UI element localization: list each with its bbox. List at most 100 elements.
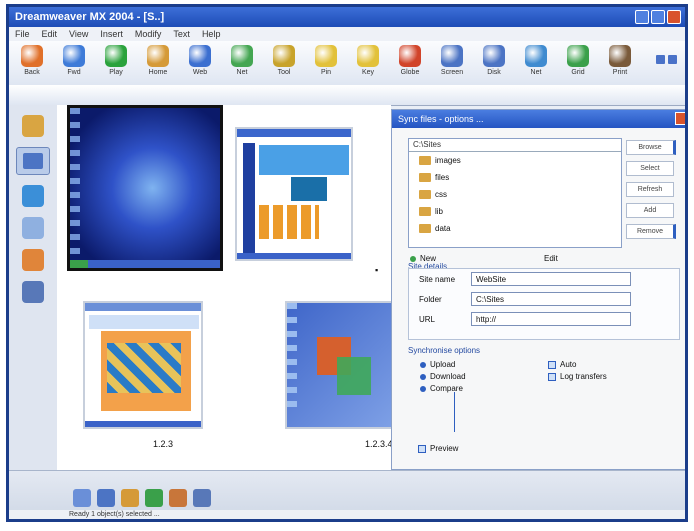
tool-button-9[interactable]: Globe — [391, 41, 429, 85]
field-input[interactable]: C:\Sites — [471, 292, 631, 306]
view-large-icon[interactable] — [668, 55, 677, 64]
tool-button-6[interactable]: Tool — [265, 41, 303, 85]
option-auto[interactable]: Auto — [548, 360, 576, 369]
menu-item-modify[interactable]: Modify — [135, 27, 162, 41]
field-input[interactable]: WebSite — [471, 272, 631, 286]
option-compare[interactable]: Compare — [420, 384, 463, 393]
caption-thumb-3: 1.2.3 — [153, 439, 174, 449]
section-sync-options: Synchronise options — [408, 346, 481, 355]
tool-button-14[interactable]: Print — [601, 41, 639, 85]
field-label: URL — [419, 314, 436, 324]
thumbnail-desktop[interactable] — [67, 105, 223, 271]
tool-icon — [273, 45, 295, 67]
folder-item[interactable]: images — [409, 152, 621, 169]
thumbnail-webpage[interactable] — [235, 127, 353, 261]
tool-label: Back — [24, 69, 40, 76]
tool-button-10[interactable]: Screen — [433, 41, 471, 85]
tool-button-5[interactable]: Net — [223, 41, 261, 85]
browse-button[interactable]: Browse — [626, 140, 676, 155]
checkbox-icon — [548, 360, 556, 369]
option-label: Auto — [560, 360, 577, 369]
fwd-icon — [63, 45, 85, 67]
users-icon[interactable] — [145, 489, 163, 507]
checkbox-icon — [418, 444, 426, 453]
user-icon[interactable] — [22, 281, 44, 303]
menu-item-view[interactable]: View — [69, 27, 88, 41]
tool-button-3[interactable]: Home — [139, 41, 177, 85]
menu-item-help[interactable]: Help — [202, 27, 221, 41]
divider — [454, 392, 455, 432]
folder-label: css — [435, 190, 447, 199]
key-icon — [357, 45, 379, 67]
folder-icon — [419, 156, 431, 165]
dialog-title: Sync files - options ... — [392, 110, 685, 128]
field-input[interactable]: http:// — [471, 312, 631, 326]
field-row: Folder C:\Sites — [409, 289, 679, 309]
tool-label: Play — [109, 69, 123, 76]
tool-button-8[interactable]: Key — [349, 41, 387, 85]
maximize-button[interactable] — [651, 10, 665, 24]
book-icon[interactable] — [22, 249, 44, 271]
tool-label: Net — [236, 69, 248, 76]
tool-label: Disk — [487, 69, 501, 76]
tool-button-13[interactable]: Grid — [559, 41, 597, 85]
option-label: Compare — [430, 384, 463, 393]
globe-icon[interactable] — [22, 185, 44, 207]
back-icon — [21, 45, 43, 67]
zoom-icon[interactable] — [73, 489, 91, 507]
folder-list[interactable]: C:\Sites images files css lib data — [408, 138, 622, 248]
menu-item-text[interactable]: Text — [173, 27, 190, 41]
tool-button-4[interactable]: Web — [181, 41, 219, 85]
tool-button-7[interactable]: Pin — [307, 41, 345, 85]
refresh-button[interactable]: Refresh — [626, 182, 674, 197]
tool-button-1[interactable]: Fwd — [55, 41, 93, 85]
close-button[interactable] — [667, 10, 681, 24]
remove-button[interactable]: Remove — [626, 224, 676, 239]
screen-icon — [441, 45, 463, 67]
doc-icon[interactable] — [22, 217, 44, 239]
thumbnail-site[interactable] — [83, 301, 203, 429]
menu-item-insert[interactable]: Insert — [100, 27, 123, 41]
option-upload[interactable]: Upload — [420, 360, 455, 369]
preview-label: Preview — [430, 444, 459, 453]
group-icon[interactable] — [121, 489, 139, 507]
radio-icon — [420, 385, 426, 392]
folder-item[interactable]: lib — [409, 203, 621, 220]
folder-item[interactable]: css — [409, 186, 621, 203]
minimize-button[interactable] — [635, 10, 649, 24]
folder-item[interactable]: data — [409, 220, 621, 237]
menu-item-edit[interactable]: Edit — [42, 27, 58, 41]
thumbnail-desktop-2[interactable] — [285, 301, 395, 429]
net-icon — [525, 45, 547, 67]
option-log-transfers[interactable]: Log transfers — [548, 372, 607, 381]
tool-button-0[interactable]: Back — [13, 41, 51, 85]
menu-item-file[interactable]: File — [15, 27, 30, 41]
people-icon[interactable] — [193, 489, 211, 507]
dialog-title-text: Sync files - options ... — [398, 114, 484, 124]
thumbs-icon[interactable] — [16, 147, 50, 175]
caption-thumb-4: 1.2.3.4 — [365, 439, 393, 449]
tool-button-2[interactable]: Play — [97, 41, 135, 85]
tool-button-11[interactable]: Disk — [475, 41, 513, 85]
disk-icon — [483, 45, 505, 67]
option-download[interactable]: Download — [420, 372, 466, 381]
folder-item[interactable]: files — [409, 169, 621, 186]
preview-checkbox[interactable]: Preview — [418, 444, 458, 453]
folder-label: files — [435, 173, 450, 182]
select-icon[interactable] — [97, 489, 115, 507]
tool-label: Web — [192, 69, 208, 76]
tool-label: Key — [361, 69, 375, 76]
titlebar: Dreamweaver MX 2004 - [S..] — [9, 7, 685, 27]
select-button[interactable]: Select — [626, 161, 674, 176]
folder-icon[interactable] — [22, 115, 44, 137]
edit-label[interactable]: Edit — [544, 254, 558, 263]
tool-button-12[interactable]: Net — [517, 41, 555, 85]
checkbox-icon — [548, 372, 556, 381]
option-label: Upload — [430, 360, 456, 369]
folder-icon — [419, 224, 431, 233]
view-small-icon[interactable] — [656, 55, 665, 64]
path-combo[interactable]: C:\Sites — [409, 139, 621, 152]
photo-icon[interactable] — [169, 489, 187, 507]
dialog-close-button[interactable] — [675, 112, 685, 125]
add-button[interactable]: Add — [626, 203, 674, 218]
